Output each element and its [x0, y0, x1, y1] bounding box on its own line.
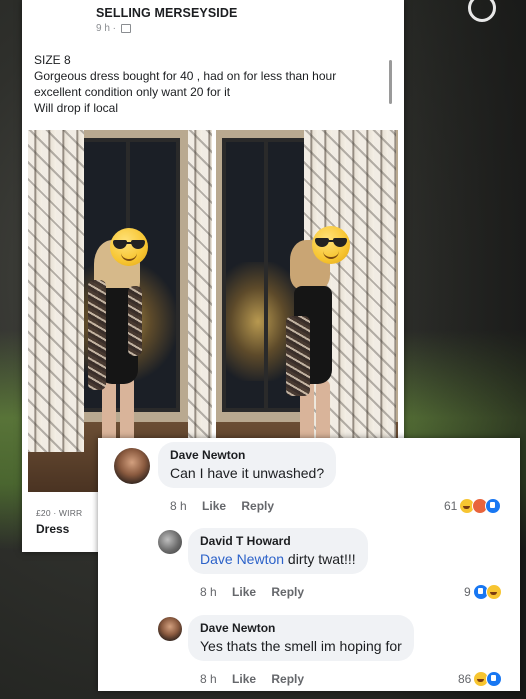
- comment-text: Yes thats the smell im hoping for: [200, 638, 402, 654]
- comment-time[interactable]: 8 h: [170, 499, 187, 513]
- comment-bubble: Dave Newton Can I have it unwashed?: [158, 442, 337, 488]
- sunglasses-emoji-icon: [312, 226, 350, 264]
- comment-author[interactable]: Dave Newton: [200, 621, 402, 635]
- post-line: Gorgeous dress bought for 40 , had on fo…: [34, 69, 337, 83]
- search-icon[interactable]: [468, 0, 496, 22]
- reaction-count: 61: [444, 499, 458, 513]
- reply-button[interactable]: Reply: [241, 499, 274, 513]
- listing-info[interactable]: £20 · WIRR Dress: [36, 508, 82, 536]
- reply-button[interactable]: Reply: [271, 585, 304, 599]
- sunglasses-emoji-icon: [110, 228, 148, 266]
- comment-bubble: David T Howard Dave Newton dirty twat!!!: [188, 528, 368, 574]
- mention-link[interactable]: Dave Newton: [200, 551, 284, 567]
- haha-icon: [485, 584, 502, 600]
- audience-icon: [120, 23, 131, 33]
- post-line: SIZE 8: [34, 53, 71, 67]
- comment-text: Can I have it unwashed?: [170, 465, 324, 481]
- comment-author[interactable]: David T Howard: [200, 534, 356, 548]
- comment-actions: 8 h Like Reply: [200, 672, 316, 686]
- post-line: Will drop if local: [34, 101, 119, 115]
- reply-button[interactable]: Reply: [271, 672, 304, 686]
- post-line: excellent condition only want 20 for it: [34, 85, 231, 99]
- avatar[interactable]: [158, 617, 182, 641]
- post-time: 9 h ·: [96, 23, 117, 34]
- group-name[interactable]: SELLING MERSEYSIDE: [96, 6, 237, 20]
- comment-body: Can I have it unwashed?: [170, 465, 325, 481]
- listing-price: £20 · WIRR: [36, 508, 83, 518]
- comment-time[interactable]: 8 h: [200, 672, 217, 686]
- post-header: SELLING MERSEYSIDE 9 h ·: [96, 6, 237, 34]
- comment-actions: 8 h Like Reply: [200, 585, 316, 599]
- reaction-count: 86: [458, 672, 472, 686]
- comments-panel: Dave Newton Can I have it unwashed? 8 h …: [98, 438, 520, 691]
- comment-reactions[interactable]: 86: [458, 671, 503, 687]
- comment-time[interactable]: 8 h: [200, 585, 217, 599]
- reaction-count: 9: [464, 585, 471, 599]
- like-icon: [486, 671, 503, 687]
- like-button[interactable]: Like: [232, 672, 256, 686]
- comment-reactions[interactable]: 9: [464, 584, 502, 600]
- comment-reactions[interactable]: 61: [444, 498, 502, 514]
- comment-text: Dave Newton dirty twat!!!: [200, 551, 356, 567]
- like-button[interactable]: Like: [232, 585, 256, 599]
- post-body: SIZE 8 Gorgeous dress bought for 40 , ha…: [34, 52, 389, 116]
- like-button[interactable]: Like: [202, 499, 226, 513]
- listing-title: Dress: [36, 522, 70, 536]
- avatar[interactable]: [114, 448, 150, 484]
- text-scrollbar[interactable]: [389, 60, 392, 104]
- comment-body: Yes thats the smell im hoping for: [200, 638, 402, 654]
- comment-author[interactable]: Dave Newton: [170, 448, 324, 462]
- comment-bubble: Dave Newton Yes thats the smell im hopin…: [188, 615, 414, 661]
- avatar[interactable]: [158, 530, 182, 554]
- comment-actions: 8 h Like Reply: [170, 499, 286, 513]
- comment-body: dirty twat!!!: [284, 551, 356, 567]
- post-timestamp: 9 h ·: [96, 23, 237, 34]
- like-icon: [485, 498, 502, 514]
